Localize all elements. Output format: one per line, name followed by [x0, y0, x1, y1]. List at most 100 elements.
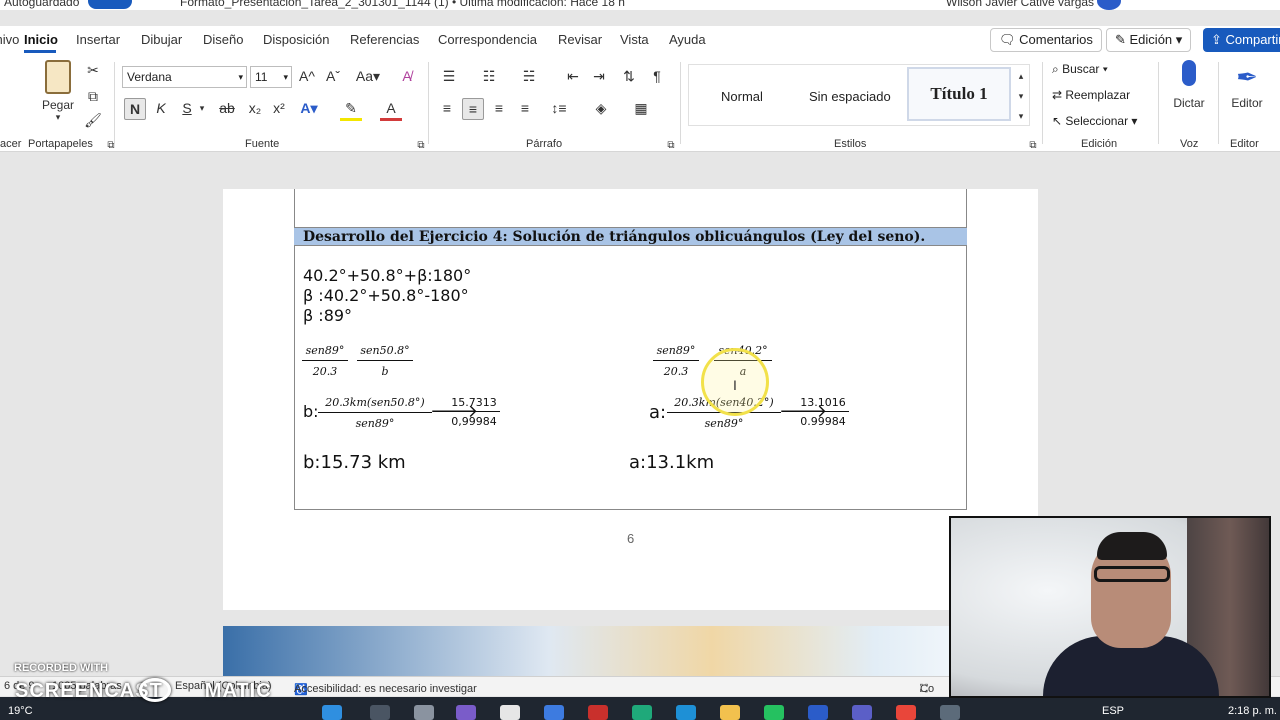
grow-font-icon[interactable]: A^ — [296, 66, 318, 86]
style-no-spacing[interactable]: Sin espaciado — [809, 89, 891, 104]
increase-indent-icon[interactable]: ⇥ — [588, 66, 610, 86]
dialog-launcher-icon[interactable]: ⧉ — [660, 136, 682, 156]
ribbon: Pegar ▾ ✂ ⧉ 🖌 acer Portapapeles ⧉ Verdan… — [0, 54, 1280, 152]
subscript-icon[interactable]: x₂ — [244, 98, 266, 118]
divider — [1158, 62, 1159, 144]
tab-referencias[interactable]: Referencias — [350, 32, 419, 47]
font-name-select[interactable]: Verdana ▾ — [122, 66, 247, 88]
shading-icon[interactable]: ◈ — [590, 98, 612, 118]
settings-icon[interactable] — [500, 705, 520, 720]
decrease-indent-icon[interactable]: ⇤ — [562, 66, 584, 86]
multilevel-list-icon[interactable]: ☵ — [518, 66, 540, 86]
group-label-styles: Estilos — [834, 138, 867, 150]
tab-disposicion[interactable]: Disposición — [263, 32, 329, 47]
task-view-icon[interactable] — [414, 705, 434, 720]
show-marks-icon[interactable]: ¶ — [646, 66, 668, 86]
divider — [114, 62, 115, 144]
tab-vista[interactable]: Vista — [620, 32, 649, 47]
edge-icon[interactable] — [632, 705, 652, 720]
editing-mode-button[interactable]: ✎ Edición ▾ — [1106, 28, 1192, 52]
paste-button[interactable]: Pegar ▾ — [38, 60, 78, 123]
fraction: 15.7313 0,99984 — [448, 396, 500, 428]
share-button[interactable]: ⇪ Compartir — [1203, 28, 1280, 52]
style-heading-1[interactable]: Título 1 — [907, 67, 1011, 121]
bullets-icon[interactable]: ☰ — [438, 66, 460, 86]
app-icon[interactable] — [940, 705, 960, 720]
underline-button[interactable]: S — [176, 98, 198, 118]
browser-icon[interactable] — [676, 705, 696, 720]
editor-button[interactable]: ✒ Editor — [1226, 60, 1268, 110]
scroll-down-icon[interactable]: ▾ — [1014, 86, 1028, 106]
autosave-toggle[interactable] — [88, 0, 132, 9]
answer-a: a:13.1km — [629, 452, 715, 473]
bold-button[interactable]: N — [124, 98, 146, 120]
tab-correspondencia[interactable]: Correspondencia — [438, 32, 537, 47]
replace-button[interactable]: ⇄ Reemplazar — [1052, 88, 1130, 102]
dialog-launcher-icon[interactable]: ⧉ — [1022, 136, 1044, 156]
teams-icon[interactable] — [852, 705, 872, 720]
font-size-select[interactable]: 11 ▾ — [250, 66, 292, 88]
clear-format-icon[interactable]: A̸ — [396, 66, 418, 86]
cut-icon[interactable]: ✂ — [82, 60, 104, 80]
teams-chat-icon[interactable] — [456, 705, 476, 720]
tab-revisar[interactable]: Revisar — [558, 32, 602, 47]
dictate-button[interactable]: Dictar — [1168, 60, 1210, 110]
numbering-icon[interactable]: ☷ — [478, 66, 500, 86]
whatsapp-icon[interactable] — [764, 705, 784, 720]
folder-icon[interactable] — [720, 705, 740, 720]
store-icon[interactable] — [544, 705, 564, 720]
tab-insertar[interactable]: Insertar — [76, 32, 120, 47]
change-case-icon[interactable]: Aa▾ — [352, 66, 384, 86]
next-page[interactable] — [223, 626, 1038, 676]
highlight-color-icon[interactable]: ✎ — [340, 98, 362, 121]
select-button[interactable]: ↖ Seleccionar ▾ — [1052, 114, 1137, 128]
user-name[interactable]: Wilson Javier Cative vargas — [946, 0, 1094, 9]
tab-diseno[interactable]: Diseño — [203, 32, 243, 47]
variable-label: a: — [649, 402, 667, 423]
justify-icon[interactable]: ≡ — [514, 98, 536, 118]
copy-icon[interactable]: ⧉ — [82, 86, 104, 106]
comments-button[interactable]: 🗨 Comentarios — [990, 28, 1102, 52]
superscript-icon[interactable]: x² — [268, 98, 290, 118]
scroll-up-icon[interactable]: ▴ — [1014, 66, 1028, 86]
line-spacing-icon[interactable]: ↕≡ — [548, 98, 570, 118]
text-cursor-icon: I — [733, 377, 737, 393]
style-normal[interactable]: Normal — [721, 89, 763, 104]
align-center-icon[interactable]: ≡ — [462, 98, 484, 120]
replace-icon: ⇄ — [1052, 88, 1066, 102]
office-icon[interactable] — [588, 705, 608, 720]
text-effects-icon[interactable]: A▾ — [298, 98, 320, 118]
tab-dibujar[interactable]: Dibujar — [141, 32, 182, 47]
input-language[interactable]: ESP — [1102, 705, 1124, 717]
equation-line: 40.2°+50.8°+β:180° — [303, 266, 472, 285]
shrink-font-icon[interactable]: Aˇ — [322, 66, 344, 86]
align-right-icon[interactable]: ≡ — [488, 98, 510, 118]
search-icon[interactable] — [370, 705, 390, 720]
strikethrough-icon[interactable]: ab — [216, 98, 238, 118]
fraction: sen89° 20.3 — [653, 344, 699, 378]
avatar[interactable] — [1097, 0, 1121, 10]
chrome-icon[interactable] — [896, 705, 916, 720]
clipboard-icon — [45, 60, 71, 94]
tab-inicio[interactable]: Inicio — [24, 32, 58, 47]
tab-ayuda[interactable]: Ayuda — [669, 32, 706, 47]
document-title[interactable]: Formato_Presentacion_Tarea_2_301301_1144… — [180, 0, 625, 9]
dialog-launcher-icon[interactable]: ⧉ — [100, 136, 122, 156]
equation-line: β :89° — [303, 306, 353, 325]
clock[interactable]: 2:18 p. m. — [1228, 705, 1277, 717]
sort-icon[interactable]: ⇅ — [618, 66, 640, 86]
italic-button[interactable]: K — [150, 98, 172, 118]
word-icon[interactable] — [808, 705, 828, 720]
find-button[interactable]: ⌕ Buscar ▾ — [1052, 62, 1108, 77]
weather-temp[interactable]: 19°C — [8, 705, 33, 717]
align-left-icon[interactable]: ≡ — [436, 98, 458, 118]
more-styles-icon[interactable]: ▾ — [1014, 106, 1028, 126]
tab-archivo[interactable]: Archivo — [0, 32, 19, 47]
borders-icon[interactable]: ▦ — [630, 98, 652, 118]
font-color-icon[interactable]: A — [380, 98, 402, 121]
start-icon[interactable] — [322, 705, 342, 720]
format-painter-icon[interactable]: 🖌 — [82, 110, 104, 130]
recorder-watermark: RECORDED WITH — [14, 662, 109, 674]
chevron-down-icon[interactable]: ▾ — [196, 98, 208, 118]
fraction: sen89° 20.3 — [302, 344, 348, 378]
